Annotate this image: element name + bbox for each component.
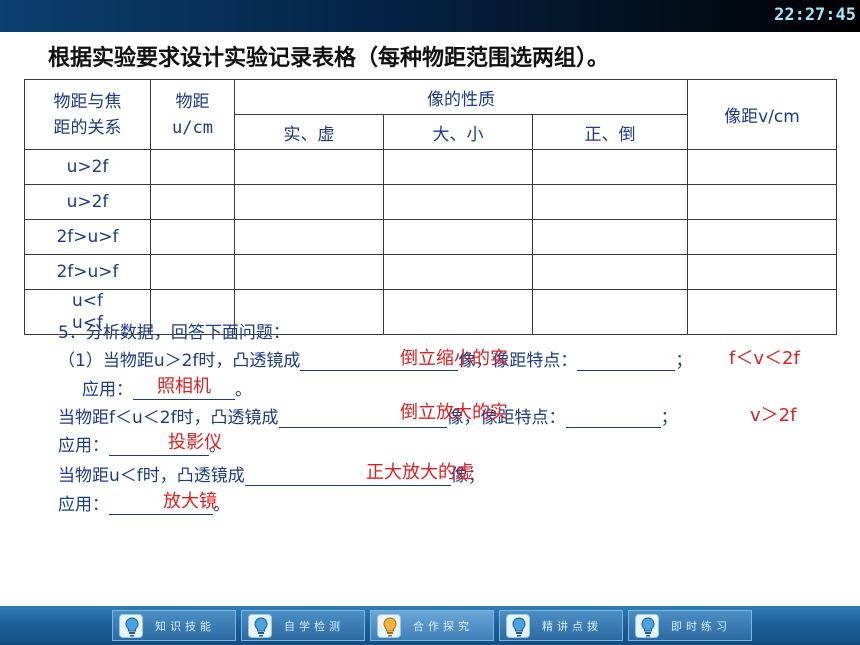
row-label: 2f>u>f [24, 219, 151, 255]
qa-line-3: 当物距f＜u＜2f时，凸透镜成 像，像距特点：； [58, 403, 678, 428]
cell[interactable] [532, 289, 688, 335]
cell[interactable] [687, 184, 837, 220]
answer-7: 正大放大的虚 [366, 462, 474, 483]
blank-5[interactable] [565, 409, 661, 428]
cell[interactable] [150, 219, 235, 255]
lightbulb-icon [506, 614, 530, 638]
qa-l1-end: ； [675, 351, 693, 371]
row-label: u>2f [24, 184, 151, 220]
header-u-line2: u/cm [172, 117, 213, 138]
answer-8: 放大镜 [163, 491, 217, 512]
cell[interactable] [234, 184, 384, 220]
nav-tab-knowledge[interactable]: 知识技能 [112, 610, 236, 641]
cell[interactable] [687, 289, 837, 335]
lightbulb-icon [119, 614, 143, 638]
cell[interactable] [532, 184, 688, 220]
row-label-line: u<f [71, 291, 103, 311]
blank-2[interactable] [577, 352, 676, 371]
cell[interactable] [383, 149, 533, 185]
cell[interactable] [687, 219, 837, 255]
qa-l5-prefix: 当物距u＜f时，凸透镜成 [58, 466, 245, 486]
qa-l2-end: 。 [235, 380, 252, 400]
qa-l4-prefix: 应用： [58, 436, 109, 456]
header-image-distance: 像距v/cm [687, 79, 837, 150]
cell[interactable] [687, 254, 837, 290]
nav-label: 精讲点拨 [542, 620, 602, 633]
answer-5: v＞2f [750, 405, 797, 426]
cell[interactable] [383, 219, 533, 255]
header-object-distance: 物距 u/cm [150, 79, 235, 150]
cell[interactable] [234, 219, 384, 255]
qa-l2-prefix: 应用： [82, 380, 133, 400]
nav-label: 即时练习 [671, 620, 731, 633]
nav-label: 合作探究 [413, 620, 473, 633]
record-table: 物距与焦 距的关系 物距 u/cm 像的性质 像距v/cm 实、虚 大、小 正、… [24, 79, 837, 335]
nav-label: 知识技能 [155, 620, 215, 633]
row-label: 2f>u>f [24, 254, 151, 290]
header-size: 大、小 [383, 114, 533, 150]
lightbulb-icon [377, 614, 401, 638]
header-relation: 物距与焦 距的关系 [24, 79, 151, 150]
cell[interactable] [150, 149, 235, 185]
cell[interactable] [234, 149, 384, 185]
cell[interactable] [150, 254, 235, 290]
header-orientation: 正、倒 [532, 114, 688, 150]
page-title: 根据实验要求设计实验记录表格（每种物距范围选两组）。 [48, 46, 610, 71]
cell[interactable] [532, 219, 688, 255]
header-relation-line2: 距的关系 [53, 117, 122, 138]
answer-6: 投影仪 [168, 432, 222, 453]
cell[interactable] [234, 254, 384, 290]
header-real-virtual: 实、虚 [234, 114, 384, 150]
answer-3: 照相机 [157, 376, 211, 397]
cell[interactable] [532, 254, 688, 290]
header-u-line1: 物距 [175, 91, 210, 112]
qa-l3-prefix: 当物距f＜u＜2f时，凸透镜成 [58, 408, 279, 428]
answer-2: f＜v＜2f [729, 348, 800, 369]
header-relation-line1: 物距与焦 [53, 91, 122, 112]
cell[interactable] [383, 254, 533, 290]
answer-1: 倒立缩小的实 [400, 348, 508, 369]
cell[interactable] [383, 184, 533, 220]
row-label: u>2f [24, 149, 151, 185]
nav-tab-cooperate[interactable]: 合作探究 [370, 610, 494, 641]
cell[interactable] [532, 149, 688, 185]
nav-tab-explain[interactable]: 精讲点拨 [499, 610, 623, 641]
lightbulb-icon [248, 614, 272, 638]
nav-tab-practice[interactable]: 即时练习 [628, 610, 752, 641]
cell[interactable] [383, 289, 533, 335]
cell[interactable] [150, 184, 235, 220]
lightbulb-icon [635, 614, 659, 638]
nav-tab-self-test[interactable]: 自学检测 [241, 610, 365, 641]
answer-4: 倒立放大的实 [400, 402, 508, 423]
qa-heading: 5．分析数据，回答下面问题： [58, 323, 290, 343]
top-bar: 22:27:45 [0, 0, 860, 32]
header-image-nature: 像的性质 [234, 79, 688, 115]
qa-line-1: （1）当物距u＞2f时，凸透镜成 像，像距特点：； [58, 346, 692, 371]
qa-l1-prefix: （1）当物距u＞2f时，凸透镜成 [58, 351, 301, 371]
nav-label: 自学检测 [284, 620, 344, 633]
clock: 22:27:45 [774, 5, 856, 25]
qa-l6-prefix: 应用： [58, 495, 109, 515]
bottom-nav-bar: 知识技能 自学检测 合作探究 精讲点拨 即时练习 [0, 606, 860, 645]
qa-l3-end: ； [660, 408, 678, 428]
cell[interactable] [687, 149, 837, 185]
